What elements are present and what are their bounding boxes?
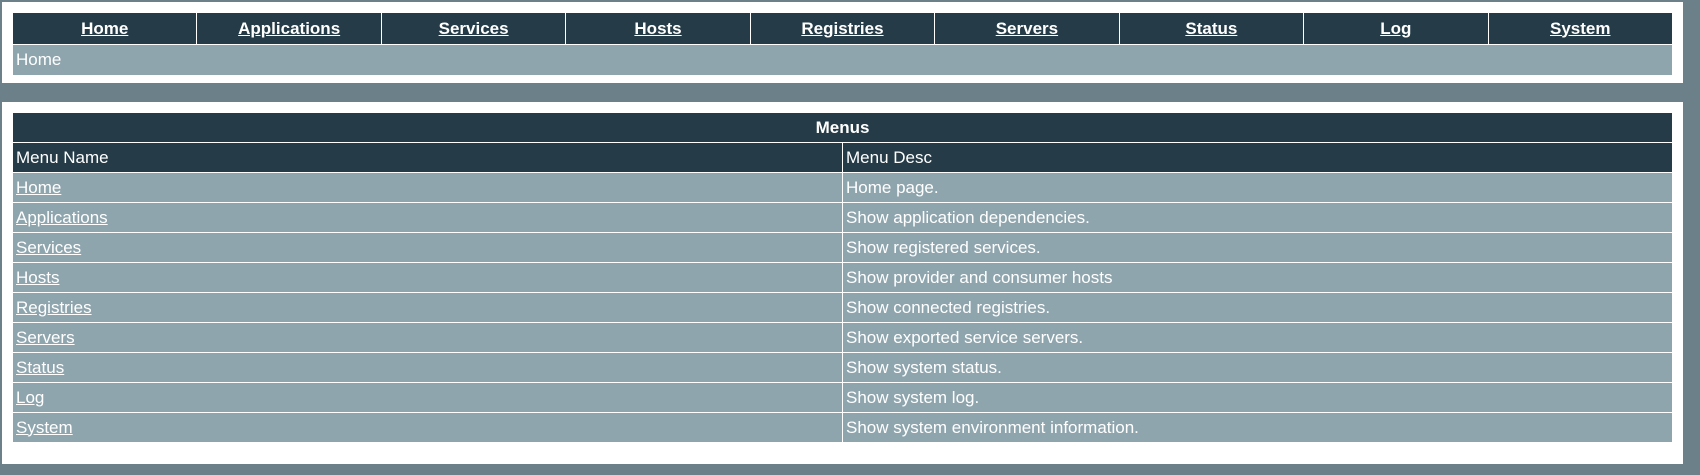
table-row: Services Show registered services. bbox=[12, 232, 1673, 263]
menus-panel: Menus Menu Name Menu Desc Home Home page… bbox=[2, 102, 1683, 464]
menu-name-cell: Applications bbox=[12, 202, 843, 233]
menu-desc-cell: Show system environment information. bbox=[842, 412, 1673, 443]
breadcrumb-row: Home bbox=[12, 44, 1673, 76]
menu-name-cell: Status bbox=[12, 352, 843, 383]
menu-desc-cell: Show system log. bbox=[842, 382, 1673, 413]
nav-link-registries[interactable]: Registries bbox=[801, 19, 883, 38]
menu-desc-cell: Show application dependencies. bbox=[842, 202, 1673, 233]
menus-table: Menus Menu Name Menu Desc Home Home page… bbox=[12, 112, 1673, 443]
menu-link-home[interactable]: Home bbox=[16, 178, 61, 197]
nav-link-servers[interactable]: Servers bbox=[996, 19, 1058, 38]
nav-link-status[interactable]: Status bbox=[1185, 19, 1237, 38]
table-row: Hosts Show provider and consumer hosts bbox=[12, 262, 1673, 293]
menu-name-cell: Servers bbox=[12, 322, 843, 353]
table-row: Log Show system log. bbox=[12, 382, 1673, 413]
menu-desc-cell: Home page. bbox=[842, 172, 1673, 203]
menu-desc-cell: Show exported service servers. bbox=[842, 322, 1673, 353]
nav-link-log[interactable]: Log bbox=[1380, 19, 1411, 38]
menu-name-cell: Registries bbox=[12, 292, 843, 323]
menu-link-services[interactable]: Services bbox=[16, 238, 81, 257]
nav-cell-hosts: Hosts bbox=[565, 12, 751, 45]
table-row: Applications Show application dependenci… bbox=[12, 202, 1673, 233]
nav-cell-system: System bbox=[1487, 12, 1673, 45]
breadcrumb: Home bbox=[12, 44, 1673, 76]
nav-cell-log: Log bbox=[1303, 12, 1489, 45]
table-row: Status Show system status. bbox=[12, 352, 1673, 383]
nav-cell-servers: Servers bbox=[934, 12, 1120, 45]
column-header-menu-name: Menu Name bbox=[12, 142, 843, 173]
nav-cell-home: Home bbox=[11, 12, 198, 45]
menu-link-log[interactable]: Log bbox=[16, 388, 44, 407]
menu-link-applications[interactable]: Applications bbox=[16, 208, 108, 227]
menu-desc-cell: Show system status. bbox=[842, 352, 1673, 383]
table-row: Servers Show exported service servers. bbox=[12, 322, 1673, 353]
menu-link-registries[interactable]: Registries bbox=[16, 298, 92, 317]
menus-title-row: Menus bbox=[12, 112, 1673, 143]
menus-header-row: Menu Name Menu Desc bbox=[12, 142, 1673, 173]
nav-cell-status: Status bbox=[1118, 12, 1305, 45]
nav-cell-applications: Applications bbox=[196, 12, 382, 45]
nav-link-applications[interactable]: Applications bbox=[238, 19, 340, 38]
table-row: System Show system environment informati… bbox=[12, 412, 1673, 443]
menu-name-cell: Hosts bbox=[12, 262, 843, 293]
nav-cell-registries: Registries bbox=[749, 12, 936, 45]
menu-name-cell: Services bbox=[12, 232, 843, 263]
nav-link-system[interactable]: System bbox=[1550, 19, 1610, 38]
navigation-panel: Home Applications Services Hosts Registr… bbox=[2, 2, 1683, 83]
nav-bar: Home Applications Services Hosts Registr… bbox=[11, 12, 1673, 45]
nav-link-home[interactable]: Home bbox=[81, 19, 128, 38]
nav-link-hosts[interactable]: Hosts bbox=[634, 19, 681, 38]
menu-desc-cell: Show registered services. bbox=[842, 232, 1673, 263]
menu-name-cell: Log bbox=[12, 382, 843, 413]
menu-desc-cell: Show provider and consumer hosts bbox=[842, 262, 1673, 293]
menu-link-servers[interactable]: Servers bbox=[16, 328, 75, 347]
table-row: Registries Show connected registries. bbox=[12, 292, 1673, 323]
nav-cell-services: Services bbox=[380, 12, 567, 45]
menu-link-status[interactable]: Status bbox=[16, 358, 64, 377]
table-row: Home Home page. bbox=[12, 172, 1673, 203]
menu-name-cell: Home bbox=[12, 172, 843, 203]
column-header-menu-desc: Menu Desc bbox=[842, 142, 1673, 173]
menu-desc-cell: Show connected registries. bbox=[842, 292, 1673, 323]
menus-title: Menus bbox=[12, 112, 1673, 143]
nav-link-services[interactable]: Services bbox=[439, 19, 509, 38]
menu-link-hosts[interactable]: Hosts bbox=[16, 268, 59, 287]
menu-link-system[interactable]: System bbox=[16, 418, 73, 437]
navigation-table: Home Applications Services Hosts Registr… bbox=[11, 12, 1673, 76]
menu-name-cell: System bbox=[12, 412, 843, 443]
